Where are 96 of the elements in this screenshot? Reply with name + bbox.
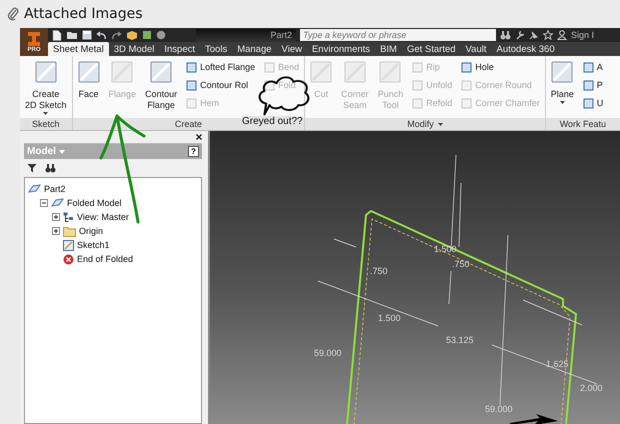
ribbon-tool-button[interactable]: Face: [76, 59, 102, 118]
dimension-label: 53.125: [446, 335, 474, 345]
paperclip-icon: [7, 7, 19, 21]
dimension-label: 2.000: [580, 383, 603, 393]
dimension-label: .750: [370, 266, 388, 276]
ribbon-tab[interactable]: View: [276, 42, 307, 56]
ribbon-tab[interactable]: BIM: [375, 42, 402, 56]
sheet-part-icon: [28, 184, 41, 194]
ribbon-tab[interactable]: Manage: [232, 42, 277, 56]
folder-icon: [63, 226, 76, 236]
plate-icon: [310, 61, 332, 83]
square-icon: [186, 98, 198, 108]
hand-drawn-arrow: [510, 414, 558, 424]
ribbon-tool-button[interactable]: Contour Rol: [184, 77, 258, 93]
panel-label: Sketch: [32, 119, 60, 129]
tree-item[interactable]: Part2: [44, 184, 66, 194]
wrench-icon[interactable]: [515, 30, 525, 40]
speech-cloud-drawing: [256, 74, 312, 116]
tree-item[interactable]: Sketch1: [77, 240, 110, 250]
binoculars-icon[interactable]: [500, 30, 511, 40]
dimension-label: 1.500: [378, 313, 401, 323]
ribbon-tool-button[interactable]: Hole: [459, 59, 542, 75]
panel-label: Work Featu: [560, 119, 606, 129]
new-file-icon[interactable]: [52, 30, 62, 40]
square-icon: [186, 62, 198, 72]
ribbon-tab[interactable]: Get Started: [402, 42, 461, 56]
square-icon: [461, 80, 472, 90]
person-icon[interactable]: [557, 30, 567, 40]
ribbon-tool-button[interactable]: Lofted Flange: [184, 59, 258, 75]
expander-icon[interactable]: [52, 213, 60, 221]
ribbon-tab[interactable]: Environments: [306, 42, 376, 56]
ribbon-tool-button[interactable]: Contour Flange: [143, 59, 180, 118]
binoculars-icon[interactable]: [45, 163, 56, 173]
plate-icon: [344, 61, 366, 83]
save-icon[interactable]: [82, 30, 92, 40]
plate-icon: [34, 61, 57, 83]
sketch-icon: [63, 240, 74, 250]
panel-label: Create: [174, 119, 202, 129]
box-icon[interactable]: [126, 30, 138, 40]
letter-i-icon: [26, 31, 42, 47]
plate-icon: [379, 61, 402, 83]
ribbon-tab[interactable]: Autodesk 360: [492, 42, 560, 56]
error-icon: [63, 254, 74, 264]
panel-label: Modify: [407, 119, 434, 129]
dimension-label: 59.000: [314, 348, 342, 358]
expander-icon[interactable]: [52, 227, 60, 235]
ribbon-tool-button[interactable]: Plane: [548, 59, 576, 118]
caret-icon: [560, 101, 565, 104]
redo-icon[interactable]: [111, 30, 122, 40]
plate-icon: [111, 61, 134, 83]
open-folder-icon[interactable]: [66, 30, 78, 40]
square-icon: [412, 98, 424, 108]
ribbon-tab[interactable]: Tools: [200, 42, 232, 56]
ribbon-tool-button[interactable]: P: [580, 77, 606, 93]
square-icon: [582, 80, 594, 90]
ribbon-tab[interactable]: 3D Model: [108, 42, 160, 56]
square-icon: [461, 62, 472, 72]
ribbon-tab[interactable]: Vault: [460, 42, 492, 56]
tree-item[interactable]: Origin: [79, 226, 104, 236]
plate-icon: [78, 61, 100, 83]
tree-item[interactable]: End of Folded: [77, 254, 134, 264]
sign-in-link[interactable]: Sign I: [571, 30, 594, 40]
filter-icon[interactable]: [27, 163, 37, 173]
caret-icon[interactable]: [438, 122, 443, 126]
star-icon[interactable]: [543, 30, 553, 40]
ribbon-tool-button[interactable]: A: [580, 59, 606, 75]
caret-icon: [43, 112, 48, 115]
square-icon: [582, 98, 594, 108]
dimension-label: .750: [452, 259, 470, 269]
ribbon-tab[interactable]: Inspect: [159, 42, 200, 56]
plate-icon: [551, 61, 574, 83]
dimension-label: 1.625: [546, 359, 569, 369]
close-icon[interactable]: [196, 134, 202, 140]
square-icon: [461, 98, 472, 108]
search-field[interactable]: Type a keyword or phrase: [300, 29, 496, 41]
plate-icon: [150, 61, 172, 83]
annotation-text: Greyed out??: [242, 116, 303, 127]
panel-icon[interactable]: [142, 30, 152, 40]
document-title: Part2: [196, 28, 296, 42]
expander-icon[interactable]: [40, 199, 48, 207]
undo-icon[interactable]: [96, 30, 107, 40]
square-icon: [186, 80, 198, 90]
square-icon: [264, 62, 276, 72]
square-icon: [412, 62, 424, 72]
ribbon-tab[interactable]: Sheet Metal: [48, 42, 109, 56]
tree-item[interactable]: Folded Model: [67, 198, 122, 208]
ribbon-tool-button[interactable]: U: [580, 95, 606, 111]
square-icon: [412, 80, 424, 90]
tree-item[interactable]: View: Master: [77, 212, 129, 222]
square-icon: [582, 62, 594, 72]
view-tree-icon: [63, 212, 74, 222]
sheet-part-icon: [51, 198, 64, 208]
help-button[interactable]: ?: [188, 146, 199, 157]
dimension-label: 59.000: [485, 404, 513, 414]
ribbon-tool-button[interactable]: Create 2D Sketch: [23, 59, 69, 118]
page-title: Attached Images: [24, 6, 143, 22]
